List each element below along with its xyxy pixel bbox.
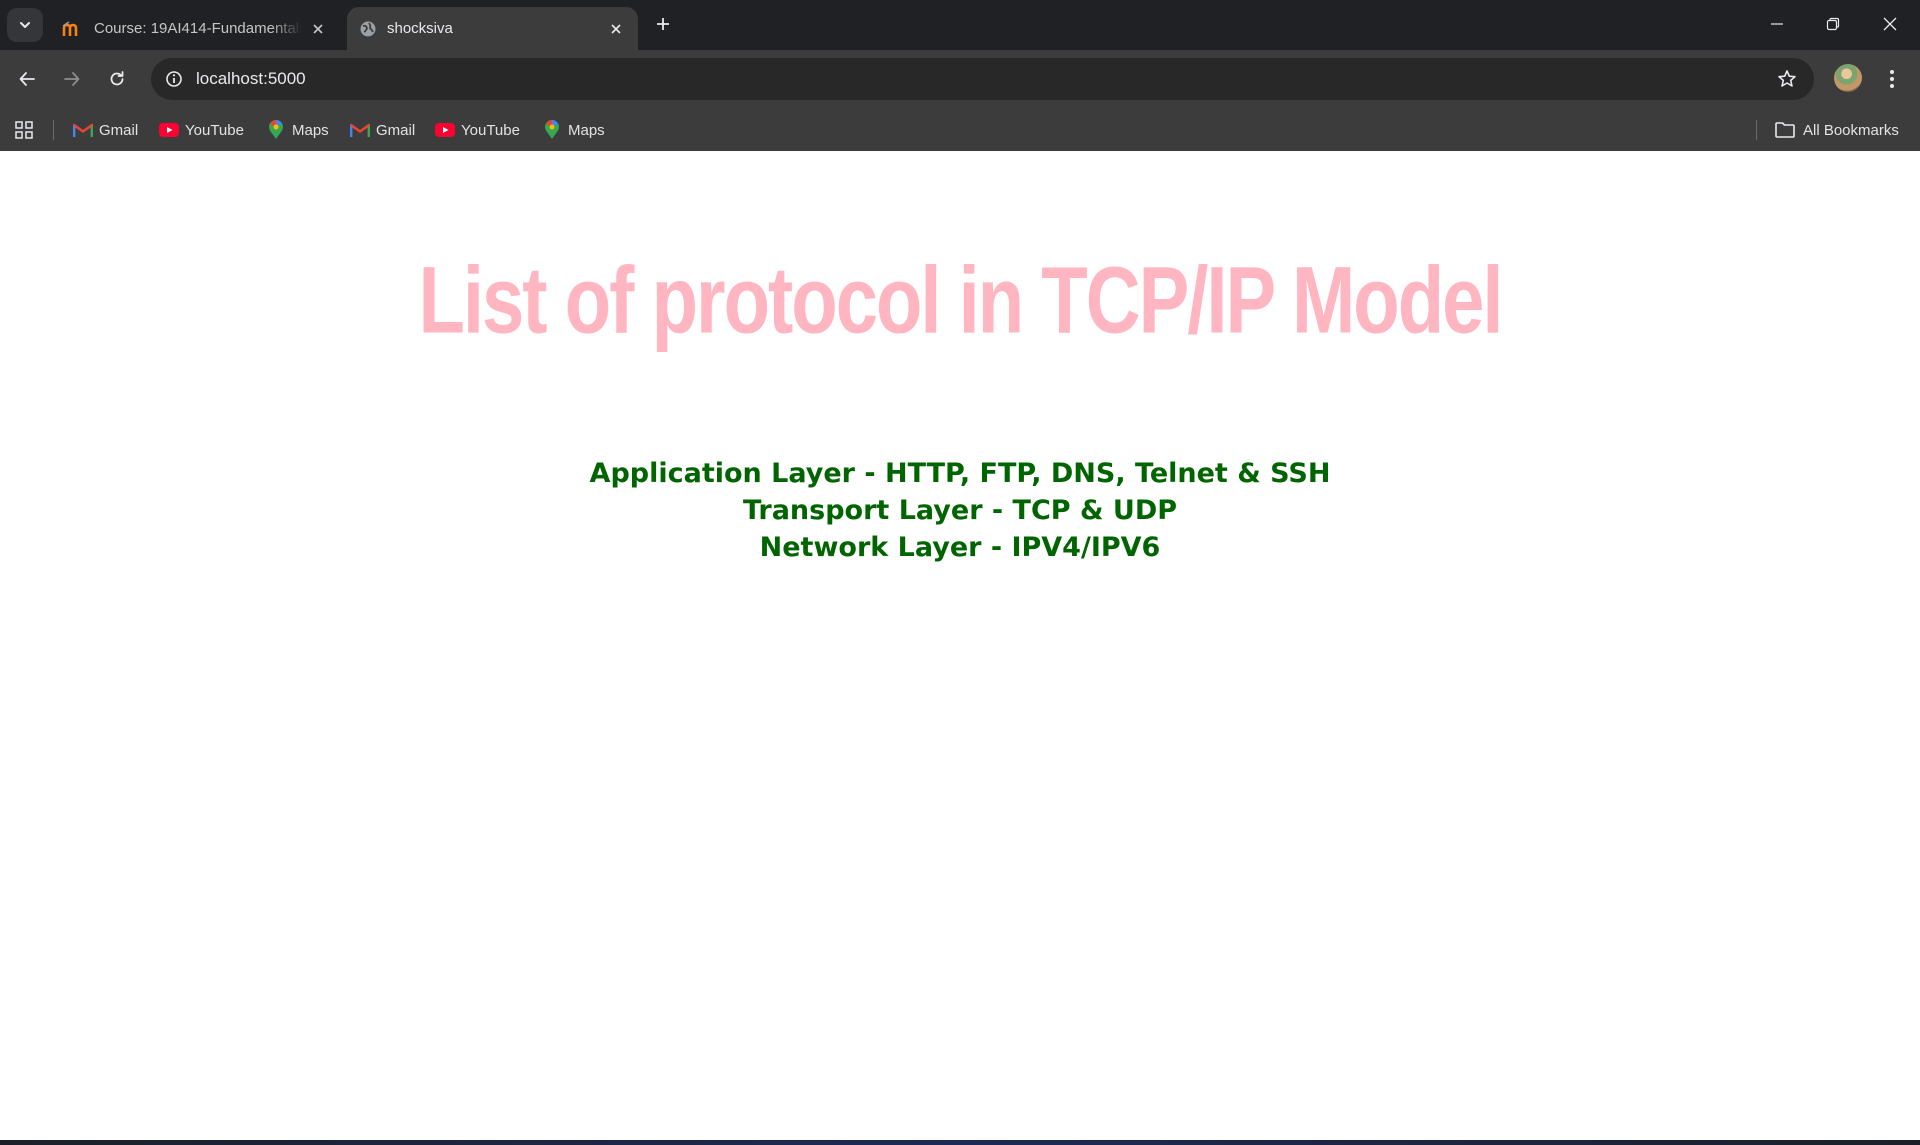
moodle-icon bbox=[62, 20, 84, 37]
bookmark-maps-2[interactable]: Maps bbox=[538, 115, 609, 145]
browser-menu-button[interactable] bbox=[1880, 62, 1904, 96]
close-icon bbox=[1883, 17, 1897, 31]
reload-button[interactable] bbox=[100, 62, 134, 96]
tab-search-button[interactable] bbox=[7, 8, 43, 42]
minimize-icon bbox=[1771, 23, 1783, 25]
restore-button[interactable] bbox=[1805, 0, 1861, 48]
bookmark-label: YouTube bbox=[461, 121, 520, 139]
bookmark-gmail[interactable]: Gmail bbox=[69, 115, 142, 145]
close-tab-icon[interactable] bbox=[606, 19, 626, 39]
close-window-button[interactable] bbox=[1862, 0, 1918, 48]
protocol-line-application: Application Layer - HTTP, FTP, DNS, Teln… bbox=[589, 458, 1331, 489]
tab-title: Course: 19AI414-Fundamentals bbox=[94, 20, 302, 37]
maps-icon bbox=[266, 120, 286, 140]
arrow-right-icon bbox=[64, 72, 80, 86]
protocol-line-network: Network Layer - IPV4/IPV6 bbox=[759, 532, 1161, 563]
url-text[interactable]: localhost:5000 bbox=[196, 58, 306, 100]
page-heading: List of protocol in TCP/IP Model bbox=[418, 247, 1503, 354]
youtube-icon bbox=[159, 120, 179, 140]
tab-course[interactable]: Course: 19AI414-Fundamentals bbox=[50, 7, 340, 50]
bookmark-youtube-2[interactable]: YouTube bbox=[431, 115, 524, 145]
bookmark-youtube[interactable]: YouTube bbox=[155, 115, 248, 145]
bookmark-label: Maps bbox=[568, 121, 605, 139]
more-vertical-icon bbox=[1890, 70, 1894, 88]
apps-grid-icon[interactable] bbox=[12, 118, 36, 142]
protocol-list: Application Layer - HTTP, FTP, DNS, Teln… bbox=[0, 455, 1920, 566]
plus-icon bbox=[657, 18, 669, 30]
browser-toolbar: localhost:5000 bbox=[0, 50, 1920, 108]
folder-icon bbox=[1773, 120, 1797, 140]
bookmark-label: Maps bbox=[292, 121, 329, 139]
tab-title: shocksiva bbox=[387, 20, 453, 37]
youtube-icon bbox=[435, 120, 455, 140]
tab-shocksiva[interactable]: shocksiva bbox=[347, 7, 638, 50]
maps-icon bbox=[542, 120, 562, 140]
page-content: List of protocol in TCP/IP Model Applica… bbox=[0, 151, 1920, 1140]
back-button[interactable] bbox=[10, 62, 44, 96]
site-info-icon[interactable] bbox=[161, 66, 187, 92]
bookmarks-divider bbox=[53, 120, 54, 140]
profile-avatar[interactable] bbox=[1834, 64, 1862, 92]
globe-icon bbox=[359, 20, 377, 38]
all-bookmarks-button[interactable]: All Bookmarks bbox=[1773, 115, 1899, 145]
forward-button[interactable] bbox=[55, 62, 89, 96]
close-tab-icon[interactable] bbox=[308, 19, 328, 39]
bookmarks-divider bbox=[1756, 120, 1757, 140]
arrow-left-icon bbox=[19, 72, 35, 86]
address-bar[interactable]: localhost:5000 bbox=[151, 58, 1814, 100]
new-tab-button[interactable] bbox=[651, 12, 675, 36]
gmail-icon bbox=[73, 120, 93, 140]
restore-icon bbox=[1826, 17, 1840, 31]
bookmarks-bar: Gmail YouTube Maps Gmail YouTube Maps Al… bbox=[0, 108, 1920, 151]
bookmark-label: YouTube bbox=[185, 121, 244, 139]
gmail-icon bbox=[350, 120, 370, 140]
tab-strip: Course: 19AI414-Fundamentals shocksiva bbox=[0, 0, 1920, 50]
bookmark-label: Gmail bbox=[99, 121, 139, 139]
protocol-line-transport: Transport Layer - TCP & UDP bbox=[742, 495, 1178, 526]
bookmark-maps[interactable]: Maps bbox=[262, 115, 333, 145]
bookmark-gmail-2[interactable]: Gmail bbox=[346, 115, 419, 145]
all-bookmarks-label: All Bookmarks bbox=[1803, 121, 1899, 139]
bookmark-label: Gmail bbox=[376, 121, 416, 139]
minimize-button[interactable] bbox=[1749, 0, 1805, 48]
taskbar-edge bbox=[0, 1140, 1920, 1145]
reload-icon bbox=[110, 71, 124, 86]
chevron-down-icon bbox=[20, 22, 30, 28]
bookmark-star-icon[interactable] bbox=[1776, 68, 1798, 90]
